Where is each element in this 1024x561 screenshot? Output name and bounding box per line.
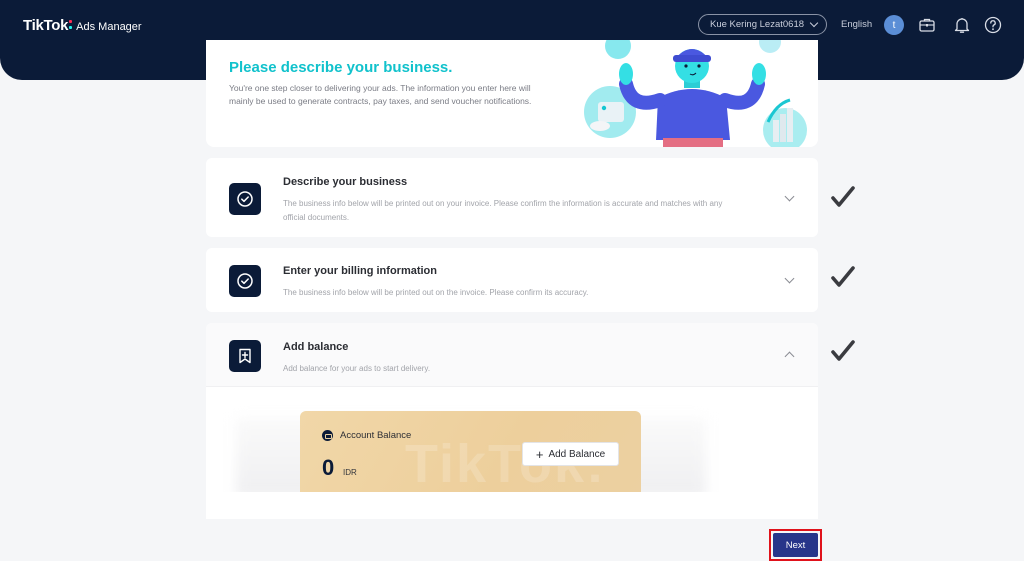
bookmark-plus-icon — [239, 348, 251, 364]
step-card-add-balance: Add balance Add balance for your ads to … — [206, 323, 818, 519]
chevron-down-icon[interactable] — [784, 273, 795, 284]
account-name: Kue Kering Lezat0618 — [710, 19, 805, 30]
next-button[interactable]: Next — [773, 533, 818, 557]
next-button-highlight: Next — [769, 529, 822, 561]
tiktok-ads-manager-logo[interactable]: TikTok Ads Manager — [23, 17, 142, 34]
add-balance-label: Add Balance — [548, 448, 606, 460]
balance-currency: IDR — [343, 468, 357, 477]
balance-label: Account Balance — [340, 430, 412, 441]
logo-product: Ads Manager — [76, 21, 142, 33]
step-icon — [229, 183, 261, 215]
step-header[interactable]: Add balance Add balance for your ads to … — [206, 323, 818, 387]
language-selector[interactable]: English — [841, 19, 872, 30]
card-footer — [206, 492, 818, 519]
step-title: Enter your billing information — [283, 265, 437, 277]
account-selector[interactable]: Kue Kering Lezat0618 — [698, 14, 827, 35]
step-title: Add balance — [283, 341, 349, 353]
logo-brand: TikTok — [23, 17, 69, 34]
step-title: Describe your business — [283, 176, 408, 188]
step-complete-check-icon — [831, 340, 855, 361]
step-description: The business info below will be printed … — [283, 199, 723, 222]
account-balance-card: TikTok: Account Balance 0 IDR + Add Bala… — [300, 411, 641, 495]
intro-description: You're one step closer to delivering you… — [229, 83, 532, 106]
step-description: Add balance for your ads to start delive… — [283, 364, 431, 373]
check-circle-icon — [237, 273, 253, 289]
add-balance-button[interactable]: + Add Balance — [522, 442, 619, 466]
bell-icon[interactable] — [952, 15, 972, 35]
step-icon — [229, 340, 261, 372]
balance-amount: 0 — [322, 455, 335, 480]
step-complete-check-icon — [831, 186, 855, 207]
intro-banner: Please describe your business. You're on… — [206, 40, 818, 147]
step-icon — [229, 265, 261, 297]
step-card-describe-business[interactable]: Describe your business The business info… — [206, 158, 818, 237]
person-juggling-illustration — [584, 40, 807, 147]
avatar-initial: t — [892, 19, 896, 31]
step-complete-check-icon — [831, 266, 855, 287]
chevron-down-icon[interactable] — [784, 191, 795, 202]
chevron-up-icon[interactable] — [784, 351, 795, 362]
logo-colon-icon — [69, 18, 73, 30]
user-avatar[interactable]: t — [884, 15, 904, 35]
page-title: Please describe your business. — [229, 59, 453, 76]
plus-icon: + — [535, 446, 544, 462]
help-icon[interactable] — [983, 15, 1003, 35]
wallet-icon — [322, 430, 333, 441]
step-card-billing-information[interactable]: Enter your billing information The busin… — [206, 248, 818, 312]
briefcase-icon[interactable] — [917, 15, 937, 35]
chevron-down-icon — [809, 18, 819, 28]
step-description: The business info below will be printed … — [283, 288, 589, 297]
check-circle-icon — [237, 191, 253, 207]
